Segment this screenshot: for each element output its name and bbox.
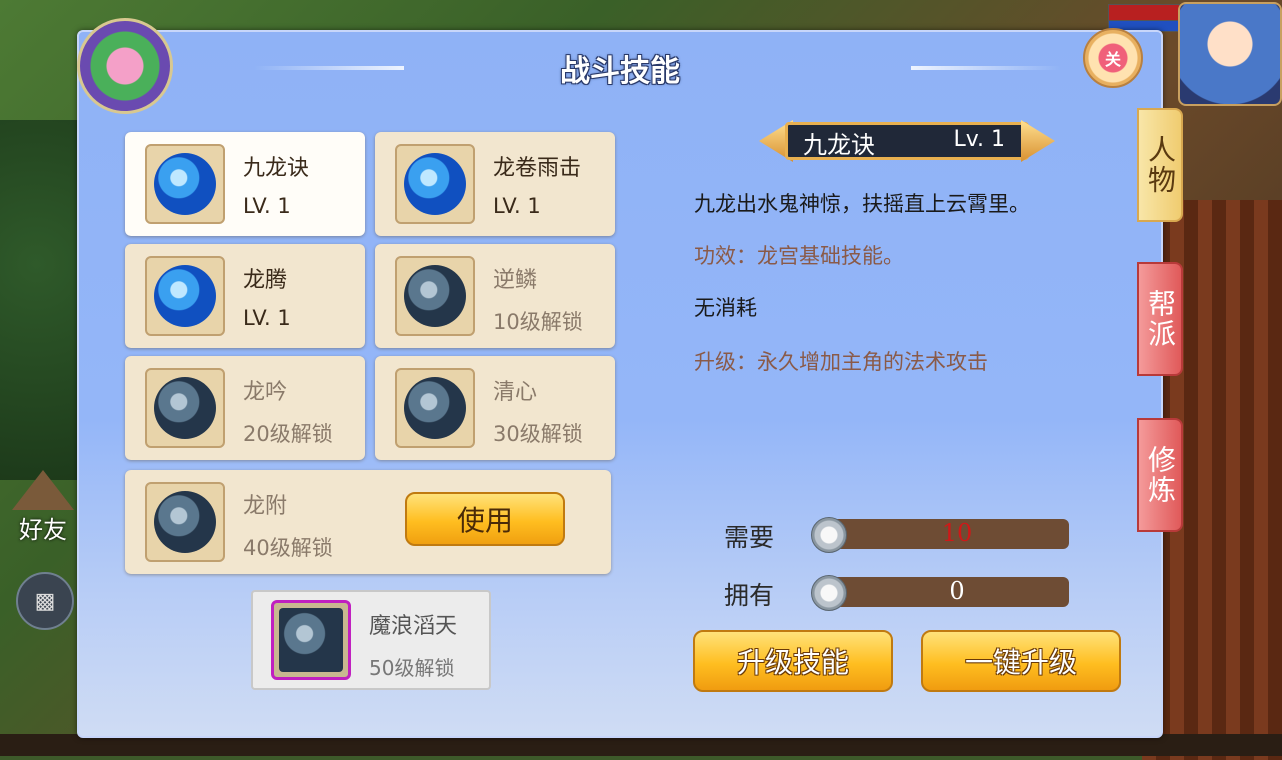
own-label: 拥有 bbox=[724, 581, 775, 610]
skill-name: 龙吟 bbox=[243, 380, 288, 405]
skill-icon-frame bbox=[145, 368, 225, 448]
skill-card-longyin[interactable]: 龙吟 20级解锁 bbox=[125, 356, 365, 460]
ultimate-name: 魔浪滔天 bbox=[369, 614, 458, 639]
skill-name: 龙腾 bbox=[243, 268, 288, 293]
dragon-face-icon bbox=[404, 265, 466, 327]
wave-icon bbox=[154, 491, 216, 553]
ultimate-skill-card[interactable]: 魔浪滔天 50级解锁 bbox=[251, 590, 491, 690]
use-button[interactable]: 使用 bbox=[405, 492, 565, 546]
friend-button[interactable]: 好友 bbox=[8, 470, 78, 550]
skill-icon-frame bbox=[145, 256, 225, 336]
straw-hat-icon bbox=[12, 470, 74, 510]
skill-card-jiulongjue[interactable]: 九龙诀 LV. 1 bbox=[125, 132, 365, 236]
wave-dragon-icon bbox=[279, 608, 343, 672]
upgrade-skill-button[interactable]: 升级技能 bbox=[693, 630, 893, 692]
detail-skill-level: Lv. 1 bbox=[953, 127, 1005, 152]
need-label: 需要 bbox=[724, 523, 775, 552]
player-avatar[interactable] bbox=[1178, 2, 1282, 106]
soaring-dragon-icon bbox=[154, 265, 216, 327]
dragon-orb-icon bbox=[154, 153, 216, 215]
water-spirit-icon bbox=[404, 377, 466, 439]
banner-right-cap bbox=[1021, 120, 1055, 162]
skill-card-longfu[interactable]: 龙附 40级解锁 使用 bbox=[125, 470, 611, 574]
skill-name: 九龙诀 bbox=[243, 156, 310, 181]
silver-coin-icon bbox=[811, 575, 847, 611]
one-click-upgrade-button[interactable]: 一键升级 bbox=[921, 630, 1121, 692]
skill-card-nilin[interactable]: 逆鳞 10级解锁 bbox=[375, 244, 615, 348]
silver-coin-icon bbox=[811, 517, 847, 553]
skill-icon-frame bbox=[145, 144, 225, 224]
skill-description: 九龙出水鬼神惊，扶摇直上云霄里。 bbox=[694, 192, 1030, 216]
skill-name: 龙卷雨击 bbox=[493, 156, 582, 181]
skill-card-qingxin[interactable]: 清心 30级解锁 bbox=[375, 356, 615, 460]
skill-level: LV. 1 bbox=[493, 194, 541, 218]
skill-name: 逆鳞 bbox=[493, 268, 538, 293]
need-value: 10 bbox=[941, 519, 973, 547]
skill-level: LV. 1 bbox=[243, 306, 291, 330]
storm-orb-icon bbox=[404, 153, 466, 215]
tab-cultivation[interactable]: 修炼 bbox=[1137, 418, 1183, 532]
title-ornament-right bbox=[911, 66, 1061, 70]
own-resource-bar: 0 bbox=[811, 575, 1069, 611]
skill-name-banner: 九龙诀 Lv. 1 bbox=[759, 120, 1055, 162]
combat-skills-panel: 战斗技能 关 九龙诀 LV. 1 龙卷雨击 LV. 1 龙腾 LV. 1 逆鳞 … bbox=[77, 18, 1163, 738]
skill-unlock-level: 40级解锁 bbox=[243, 536, 333, 560]
ultimate-icon-frame bbox=[271, 600, 351, 680]
chat-button[interactable]: ▩ bbox=[16, 572, 74, 630]
close-label: 关 bbox=[1104, 50, 1121, 69]
skill-unlock-level: 10级解锁 bbox=[493, 310, 583, 334]
skill-unlock-level: 20级解锁 bbox=[243, 422, 333, 446]
skill-level: LV. 1 bbox=[243, 194, 291, 218]
skill-icon-frame bbox=[395, 368, 475, 448]
detail-skill-name: 九龙诀 bbox=[803, 131, 875, 159]
skill-card-longjuanyuji[interactable]: 龙卷雨击 LV. 1 bbox=[375, 132, 615, 236]
skill-icon-frame bbox=[395, 256, 475, 336]
skill-card-longteng[interactable]: 龙腾 LV. 1 bbox=[125, 244, 365, 348]
need-resource-bar: 10 bbox=[811, 517, 1069, 553]
skill-icon-frame bbox=[145, 482, 225, 562]
friend-label: 好友 bbox=[19, 516, 67, 544]
skill-unlock-level: 30级解锁 bbox=[493, 422, 583, 446]
tab-character[interactable]: 人物 bbox=[1137, 108, 1183, 222]
skill-cost: 无消耗 bbox=[694, 296, 757, 320]
chat-bubble-icon: ▩ bbox=[34, 588, 56, 614]
skill-name: 清心 bbox=[493, 380, 538, 405]
close-button[interactable]: 关 bbox=[1083, 28, 1143, 88]
roaring-dragon-icon bbox=[154, 377, 216, 439]
tab-guild[interactable]: 帮派 bbox=[1137, 262, 1183, 376]
skill-effect: 功效：龙宫基础技能。 bbox=[694, 244, 904, 268]
skill-name: 龙附 bbox=[243, 494, 288, 519]
skill-upgrade-effect: 升级：永久增加主角的法术攻击 bbox=[694, 350, 988, 374]
own-value: 0 bbox=[949, 577, 965, 605]
ultimate-unlock-level: 50级解锁 bbox=[369, 656, 455, 680]
skill-icon-frame bbox=[395, 144, 475, 224]
